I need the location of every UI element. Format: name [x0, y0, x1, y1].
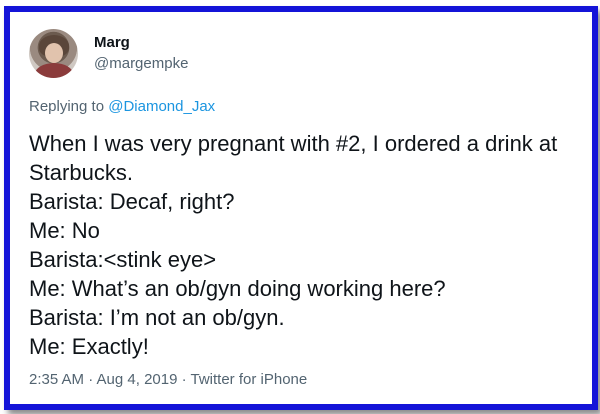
avatar[interactable] — [29, 29, 78, 78]
tweet-line: Barista: I’m not an ob/gyn. — [29, 305, 285, 330]
tweet-line: Me: What’s an ob/gyn doing working here? — [29, 276, 446, 301]
tweet-line: Barista: Decaf, right? — [29, 189, 235, 214]
tweet-line: Barista:<stink eye> — [29, 247, 217, 272]
tweet-card: Marg @margempke Replying to @Diamond_Jax… — [10, 12, 592, 404]
replying-to-prefix: Replying to — [29, 98, 109, 115]
tweet-line: When I was very pregnant with #2, I orde… — [29, 131, 558, 185]
tweet-line: Me: Exactly! — [29, 334, 149, 359]
replying-to: Replying to @Diamond_Jax — [29, 98, 215, 115]
replying-to-mention-link[interactable]: @Diamond_Jax — [108, 98, 215, 115]
avatar-shoulders — [35, 63, 73, 78]
tweet-timestamp-source[interactable]: 2:35 AM · Aug 4, 2019 · Twitter for iPho… — [29, 371, 307, 388]
avatar-face — [45, 43, 63, 63]
author-handle[interactable]: @margempke — [94, 55, 188, 72]
author-display-name[interactable]: Marg — [94, 34, 130, 51]
screenshot-frame: Marg @margempke Replying to @Diamond_Jax… — [4, 6, 598, 410]
tweet-text: When I was very pregnant with #2, I orde… — [29, 129, 577, 361]
tweet-line: Me: No — [29, 218, 100, 243]
